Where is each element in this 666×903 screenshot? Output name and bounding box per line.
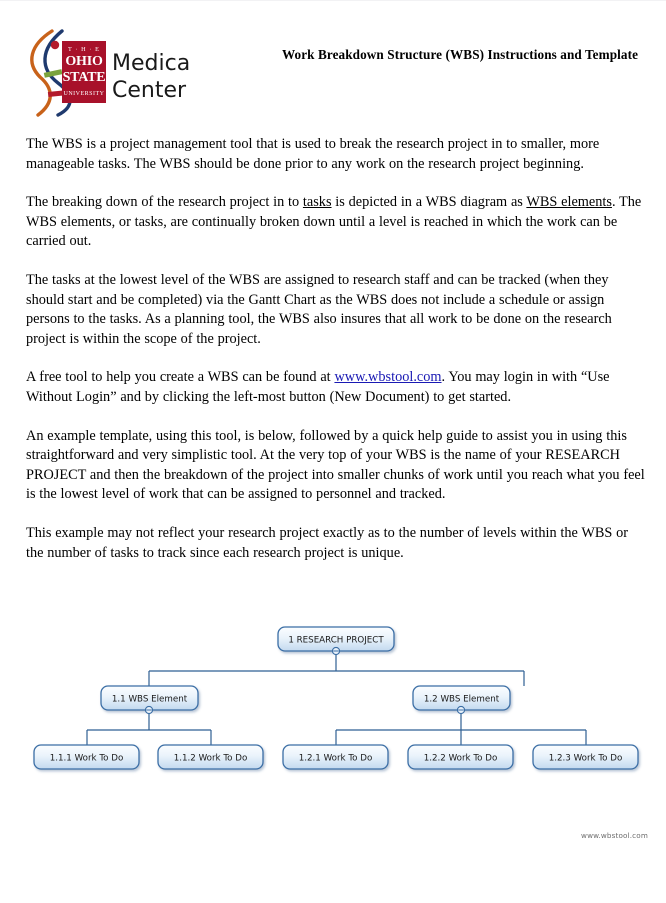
logo-seal-state: STATE bbox=[63, 70, 106, 85]
wbs-node-e1-label: 1.1 WBS Element bbox=[112, 695, 188, 705]
page-title: Work Breakdown Structure (WBS) Instructi… bbox=[281, 47, 639, 62]
emphasized-term: WBS elements bbox=[526, 194, 612, 211]
wbs-node-t23-label: 1.2.3 Work To Do bbox=[549, 754, 623, 764]
logo-seal-ohio: OHIO bbox=[65, 54, 103, 69]
paragraph-5: An example template, using this tool, is… bbox=[26, 427, 645, 503]
emphasized-term: tasks bbox=[302, 194, 332, 211]
wbs-node-t11[interactable]: 1.1.1 Work To Do bbox=[33, 744, 140, 770]
document-body: The WBS is a project management tool tha… bbox=[26, 135, 646, 563]
wbs-node-e1[interactable]: 1.1 WBS Element bbox=[100, 685, 199, 715]
wbs-node-t22[interactable]: 1.2.2 Work To Do bbox=[407, 744, 514, 770]
wbs-node-t22-label: 1.2.2 Work To Do bbox=[424, 754, 498, 764]
wbs-node-root-label: 1 RESEARCH PROJECT bbox=[288, 636, 384, 646]
wbs-diagram: 1 RESEARCH PROJECT 1.1 WBS Element 1.2 W… bbox=[0, 613, 666, 813]
paragraph-6: This example may not reflect your resear… bbox=[26, 524, 629, 561]
wbs-node-t21[interactable]: 1.2.1 Work To Do bbox=[282, 744, 389, 770]
wbs-node-t11-label: 1.1.1 Work To Do bbox=[50, 754, 124, 764]
paragraph-2: The breaking down of the research projec… bbox=[26, 194, 642, 250]
wbs-node-root[interactable]: 1 RESEARCH PROJECT bbox=[277, 626, 395, 656]
paragraph-3: The tasks at the lowest level of the WBS… bbox=[26, 271, 612, 347]
external-link[interactable]: www.wbstool.com bbox=[334, 369, 441, 385]
logo-wordmark-medical: Medical bbox=[112, 51, 192, 76]
ohio-state-medical-center-logo: T · H · E OHIO STATE UNIVERSITY Medical … bbox=[24, 25, 192, 119]
wbs-node-e2[interactable]: 1.2 WBS Element bbox=[412, 685, 511, 715]
wbs-node-t23[interactable]: 1.2.3 Work To Do bbox=[532, 744, 639, 770]
wbs-node-e2-label: 1.2 WBS Element bbox=[424, 695, 500, 705]
paragraph-4: A free tool to help you create a WBS can… bbox=[26, 369, 610, 405]
logo-seal-university: UNIVERSITY bbox=[64, 91, 105, 97]
document-header: T · H · E OHIO STATE UNIVERSITY Medical … bbox=[0, 15, 666, 120]
logo-wordmark-center: Center bbox=[112, 78, 187, 103]
wbs-node-t12-label: 1.1.2 Work To Do bbox=[174, 754, 248, 764]
diagram-source-credit: www.wbstool.com bbox=[581, 831, 648, 840]
wbs-node-t21-label: 1.2.1 Work To Do bbox=[299, 754, 373, 764]
logo-seal-the: T · H · E bbox=[68, 46, 100, 53]
document-page: T · H · E OHIO STATE UNIVERSITY Medical … bbox=[0, 0, 666, 903]
wbs-node-t12[interactable]: 1.1.2 Work To Do bbox=[157, 744, 264, 770]
paragraph-1: The WBS is a project management tool tha… bbox=[26, 136, 600, 172]
